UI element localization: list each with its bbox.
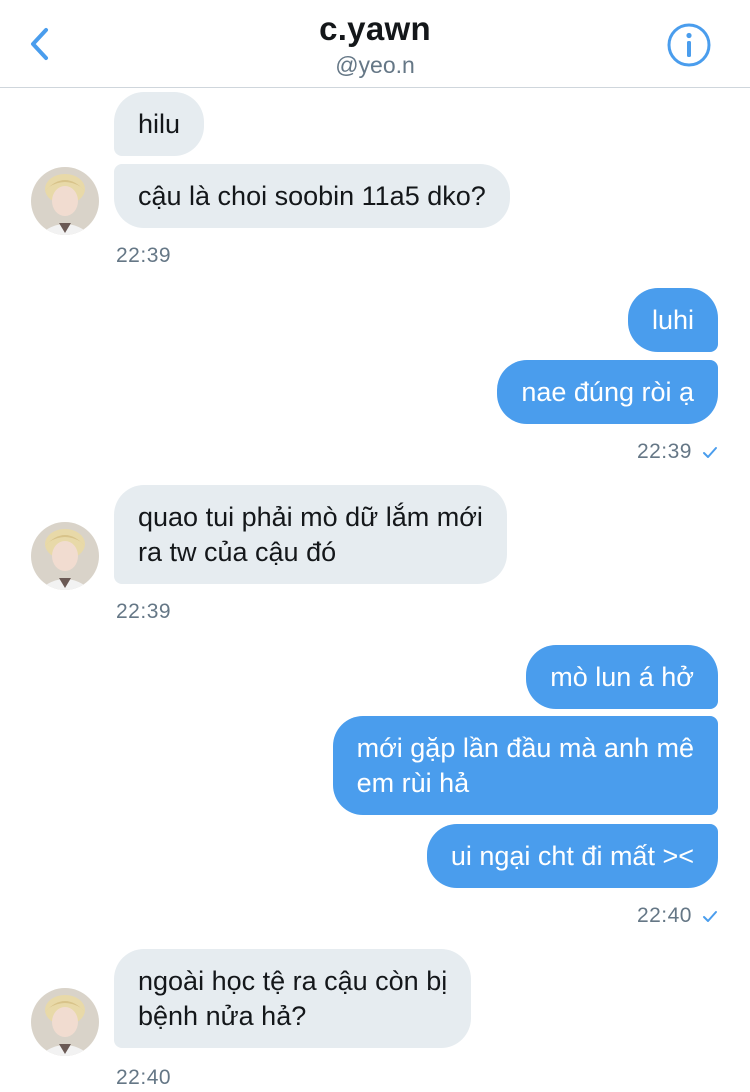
- message-timestamp: 22:40: [116, 1066, 172, 1089]
- message-bubble-outgoing[interactable]: ui ngại cht đi mất ><: [426, 824, 718, 888]
- message-bubble-outgoing[interactable]: nae đúng ròi ạ: [497, 360, 718, 424]
- avatar[interactable]: [31, 167, 99, 235]
- checkmark-icon: [702, 906, 718, 930]
- message-bubble-outgoing[interactable]: mới gặp lần đầu mà anh mê em rùi hả: [332, 716, 718, 815]
- message-bubble-incoming[interactable]: quao tui phải mò dữ lắm mới ra tw của cậ…: [114, 485, 507, 584]
- message-timestamp: 22:39: [116, 600, 172, 623]
- message-bubble-incoming[interactable]: cậu là choi soobin 11a5 dko?: [114, 164, 510, 228]
- message-timestamp: 22:39: [636, 440, 692, 463]
- message-bubble-incoming[interactable]: ngoài học tệ ra cậu còn bị bệnh nửa hả?: [114, 949, 472, 1048]
- message-bubble-outgoing[interactable]: mò lun á hở: [526, 645, 718, 709]
- message-status: 22:40: [637, 904, 718, 930]
- conversation-title[interactable]: c.yawn: [0, 10, 750, 48]
- message-bubble-outgoing[interactable]: luhi: [627, 288, 718, 352]
- message-timestamp: 22:40: [636, 904, 692, 927]
- conversation-header: c.yawn @yeo.n: [0, 0, 750, 88]
- checkmark-icon: [702, 442, 718, 466]
- avatar[interactable]: [31, 522, 99, 590]
- info-icon[interactable]: [666, 22, 712, 68]
- message-bubble-incoming[interactable]: hilu: [114, 92, 205, 156]
- avatar[interactable]: [31, 988, 99, 1056]
- conversation-handle: @yeo.n: [335, 52, 415, 78]
- message-timestamp: 22:39: [116, 244, 172, 267]
- message-status: 22:39: [637, 440, 718, 466]
- dm-conversation-screen: c.yawn @yeo.n hilu cậu là choi soobin 11…: [0, 0, 750, 1092]
